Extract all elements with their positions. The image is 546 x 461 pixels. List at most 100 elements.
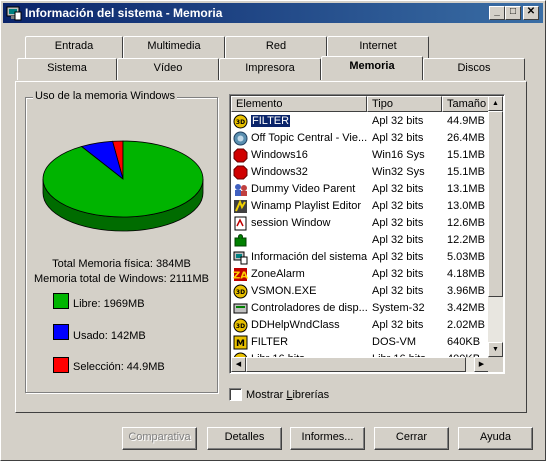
list-row[interactable]: 3D VSMON.EXE Apl 32 bits 3.96MB bbox=[231, 283, 491, 300]
row-size: 13.1MB bbox=[447, 183, 485, 195]
driver-icon bbox=[233, 301, 248, 316]
list-row[interactable]: Dummy Video Parent Apl 32 bits 13.1MB bbox=[231, 181, 491, 198]
show-libraries-label: Mostrar Librerías bbox=[246, 388, 330, 401]
row-type: Apl 32 bits bbox=[372, 319, 424, 331]
row-size: 2.02MB bbox=[447, 319, 485, 331]
stop-icon bbox=[233, 165, 248, 180]
tab-multimedia[interactable]: Multimedia bbox=[123, 36, 225, 58]
scroll-right-arrow-icon[interactable]: ▶ bbox=[474, 357, 489, 372]
vertical-scrollbar[interactable]: ▲ ▼ bbox=[488, 96, 503, 357]
tab-entrada[interactable]: Entrada bbox=[25, 36, 123, 58]
list-row[interactable]: Información del sistema Apl 32 bits 5.03MB bbox=[231, 249, 491, 266]
tab-memoria[interactable]: Memoria bbox=[321, 56, 423, 80]
list-row[interactable]: session Window Apl 32 bits 12.6MB bbox=[231, 215, 491, 232]
column-header-elemento[interactable]: Elemento bbox=[231, 96, 367, 112]
horizontal-scroll-thumb[interactable] bbox=[246, 357, 466, 372]
row-element-name: VSMON.EXE bbox=[251, 285, 317, 297]
row-element-name: Dummy Video Parent bbox=[251, 183, 356, 195]
title-bar[interactable]: Información del sistema - Memoria _ □ ✕ bbox=[3, 3, 543, 23]
horizontal-scrollbar[interactable]: ◀ ▶ bbox=[231, 357, 489, 372]
checkbox-box[interactable] bbox=[229, 388, 242, 401]
list-row[interactable]: M FILTER DOS-VM 640KB bbox=[231, 334, 491, 351]
column-header-tamano[interactable]: Tamaño bbox=[442, 96, 492, 112]
tab-red[interactable]: Red bbox=[225, 36, 327, 58]
legend-free-label: Libre: 1969MB bbox=[73, 298, 145, 310]
list-row[interactable]: ZA ZoneAlarm Apl 32 bits 4.18MB bbox=[231, 266, 491, 283]
show-libraries-checkbox[interactable]: Mostrar Librerías bbox=[229, 388, 329, 401]
row-type: Apl 32 bits bbox=[372, 234, 424, 246]
list-row[interactable]: Windows16 Win16 Sys 15.1MB bbox=[231, 147, 491, 164]
list-row[interactable]: 3D DDHelpWndClass Apl 32 bits 2.02MB bbox=[231, 317, 491, 334]
list-row[interactable]: Windows32 Win32 Sys 15.1MB bbox=[231, 164, 491, 181]
row-element-name: Windows16 bbox=[251, 149, 308, 161]
list-row[interactable]: Off Topic Central - Vie... Apl 32 bits 26.… bbox=[231, 130, 491, 147]
memory-items-list[interactable]: Elemento Tipo Tamaño 3D FILTER Apl 32 bits… bbox=[229, 94, 505, 374]
list-row[interactable]: Controladores de disp... System-32 3.42MB bbox=[231, 300, 491, 317]
memory-pie-chart bbox=[42, 140, 204, 232]
filter-app-icon: 3D bbox=[233, 114, 248, 129]
svg-text:3D: 3D bbox=[236, 119, 245, 126]
tab-impresora[interactable]: Impresora bbox=[219, 58, 321, 80]
column-header-tipo[interactable]: Tipo bbox=[367, 96, 442, 112]
svg-text:M: M bbox=[236, 339, 245, 349]
close-button[interactable]: ✕ bbox=[523, 6, 539, 20]
row-type: System-32 bbox=[372, 302, 425, 314]
row-element-name: session Window bbox=[251, 217, 331, 229]
row-type: Apl 32 bits bbox=[372, 268, 424, 280]
system-info-window: Información del sistema - Memoria _ □ ✕ … bbox=[0, 0, 546, 461]
scroll-down-arrow-icon[interactable]: ▼ bbox=[488, 342, 503, 357]
row-type: Apl 32 bits bbox=[372, 132, 424, 144]
memory-usage-group-label: Uso de la memoria Windows bbox=[33, 90, 177, 102]
row-size: 44.9MB bbox=[447, 115, 485, 127]
tab-discos[interactable]: Discos bbox=[423, 58, 525, 80]
selected-highlight: FILTER bbox=[251, 114, 292, 128]
row-type: Win16 Sys bbox=[372, 149, 425, 161]
system-info-icon bbox=[6, 6, 22, 21]
dos-icon: M bbox=[233, 335, 248, 350]
minimize-button[interactable]: _ bbox=[489, 6, 505, 20]
row-size: 15.1MB bbox=[447, 149, 485, 161]
vertical-scroll-thumb[interactable] bbox=[488, 111, 503, 297]
row-size: 3.42MB bbox=[447, 302, 485, 314]
stop-icon bbox=[233, 148, 248, 163]
row-element-name: ZoneAlarm bbox=[251, 268, 305, 280]
legend-selection-label: Selección: 44.9MB bbox=[73, 361, 165, 373]
maximize-button[interactable]: □ bbox=[505, 6, 521, 20]
row-element-name: Controladores de disp... bbox=[251, 302, 368, 314]
row-element-name: Winamp Playlist Editor bbox=[251, 200, 362, 212]
comparativa-button[interactable]: Comparativa bbox=[122, 427, 197, 450]
row-size: 26.4MB bbox=[447, 132, 485, 144]
ayuda-button[interactable]: Ayuda bbox=[458, 427, 533, 450]
row-size: 4.18MB bbox=[447, 268, 485, 280]
list-row[interactable]: Winamp Playlist Editor Apl 32 bits 13.0MB bbox=[231, 198, 491, 215]
total-windows-memory: Memoria total de Windows: 2111MB bbox=[33, 273, 210, 285]
svg-text:3D: 3D bbox=[236, 289, 245, 296]
row-element-name: DDHelpWndClass bbox=[251, 319, 340, 331]
list-row[interactable]: Apl 32 bits 12.2MB bbox=[231, 232, 491, 249]
row-type: Apl 32 bits bbox=[372, 251, 424, 263]
legend-used-swatch bbox=[53, 324, 69, 340]
window-title: Información del sistema - Memoria bbox=[25, 6, 223, 20]
row-type: Win32 Sys bbox=[372, 166, 425, 178]
detalles-button[interactable]: Detalles bbox=[207, 427, 282, 450]
row-element-name: FILTER bbox=[251, 336, 289, 348]
cerrar-button[interactable]: Cerrar bbox=[374, 427, 449, 450]
tab-internet[interactable]: Internet bbox=[327, 36, 429, 58]
row-size: 12.2MB bbox=[447, 234, 485, 246]
row-type: Apl 32 bits bbox=[372, 200, 424, 212]
3d-app-icon: 3D bbox=[233, 284, 248, 299]
svg-text:3D: 3D bbox=[236, 323, 245, 330]
zonealarm-icon: ZA bbox=[233, 267, 248, 282]
legend-free-swatch bbox=[53, 293, 69, 309]
legend-used-label: Usado: 142MB bbox=[73, 330, 146, 342]
tab-sistema[interactable]: Sistema bbox=[17, 58, 117, 80]
row-size: 13.0MB bbox=[447, 200, 485, 212]
row-element-name: Off Topic Central - Vie... bbox=[251, 132, 368, 144]
tab-video[interactable]: Vídeo bbox=[117, 58, 219, 80]
scroll-up-arrow-icon[interactable]: ▲ bbox=[488, 96, 503, 111]
system-info-icon bbox=[233, 250, 248, 265]
puzzle-icon bbox=[233, 233, 248, 248]
list-row[interactable]: 3D FILTER Apl 32 bits 44.9MB bbox=[231, 113, 491, 130]
scroll-left-arrow-icon[interactable]: ◀ bbox=[231, 357, 246, 372]
informes-button[interactable]: Informes... bbox=[290, 427, 365, 450]
